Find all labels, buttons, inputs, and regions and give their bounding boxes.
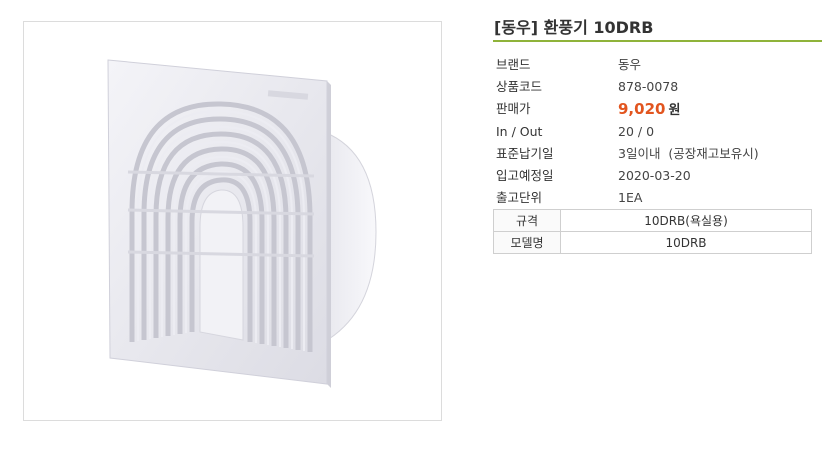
price-currency: 원 xyxy=(668,103,681,118)
spec-label: 상품코드 xyxy=(496,79,543,94)
title-divider xyxy=(493,40,822,42)
spec-label: 입고예정일 xyxy=(496,168,554,183)
table-row: 규격 10DRB(욕실용) xyxy=(493,209,812,232)
option-table: 규격 10DRB(욕실용) 모델명 10DRB xyxy=(493,209,812,254)
spec-label: 출고단위 xyxy=(496,190,543,205)
spec-label: 표준납기일 xyxy=(496,146,554,161)
spec-label: 브랜드 xyxy=(496,57,531,72)
spec-label: 판매가 xyxy=(496,101,531,116)
spec-value: 878-0078 xyxy=(618,79,679,94)
spec-value: 20 / 0 xyxy=(618,124,655,139)
spec-value: 동우 xyxy=(618,57,642,72)
option-label: 모델명 xyxy=(493,231,561,254)
spec-value: 1EA xyxy=(618,190,643,205)
price-value: 9,020 원 xyxy=(618,99,680,121)
table-row: 모델명 10DRB xyxy=(493,231,812,254)
price-amount: 9,020 xyxy=(618,100,666,118)
spec-label: In / Out xyxy=(496,124,543,139)
product-image xyxy=(23,21,442,421)
spec-value: 2020-03-20 xyxy=(618,168,691,183)
option-value: 10DRB xyxy=(560,231,812,254)
option-label: 규격 xyxy=(493,209,561,232)
product-title: [동우] 환풍기 10DRB xyxy=(494,18,654,37)
spec-value: 3일이내 (공장재고보유시) xyxy=(618,146,759,161)
ventilation-fan-image xyxy=(107,59,377,388)
option-value: 10DRB(욕실용) xyxy=(560,209,812,232)
